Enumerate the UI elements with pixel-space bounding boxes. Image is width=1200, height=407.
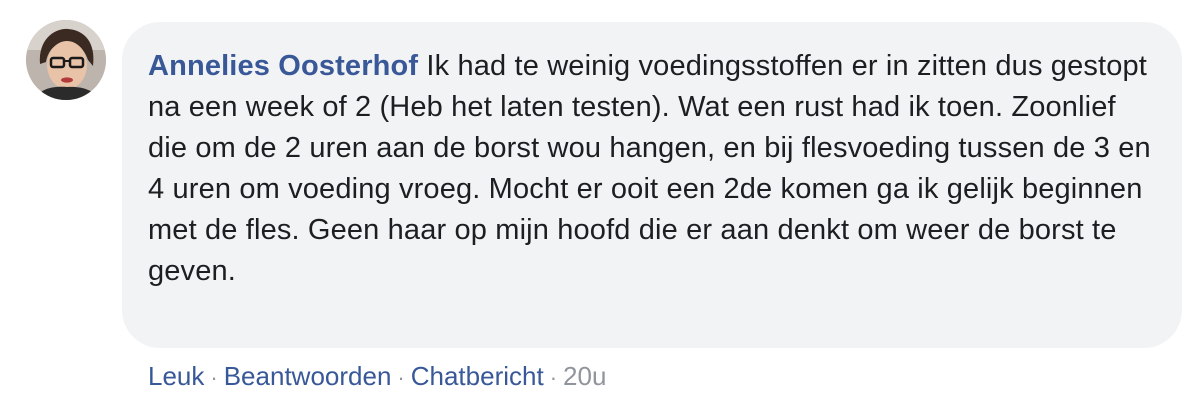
comment-actions: Leuk · Beantwoorden · Chatbericht · 20u: [148, 358, 606, 396]
separator-dot: ·: [549, 365, 558, 390]
avatar-photo: [26, 20, 106, 100]
separator-dot: ·: [397, 365, 405, 390]
reply-link[interactable]: Beantwoorden: [224, 361, 392, 391]
avatar[interactable]: [26, 20, 106, 100]
comment-author-link[interactable]: Annelies Oosterhof: [148, 50, 418, 82]
comment: Annelies Oosterhof Ik had te weinig voed…: [0, 0, 1200, 407]
timestamp[interactable]: 20u: [563, 361, 606, 391]
separator-dot: ·: [210, 365, 218, 390]
comment-body: Ik had te weinig voedingsstoffen er in z…: [148, 50, 1151, 287]
comment-text: Annelies Oosterhof Ik had te weinig voed…: [148, 46, 1154, 292]
like-link[interactable]: Leuk: [148, 361, 204, 391]
comment-bubble: Annelies Oosterhof Ik had te weinig voed…: [122, 22, 1182, 348]
message-link[interactable]: Chatbericht: [411, 361, 544, 391]
